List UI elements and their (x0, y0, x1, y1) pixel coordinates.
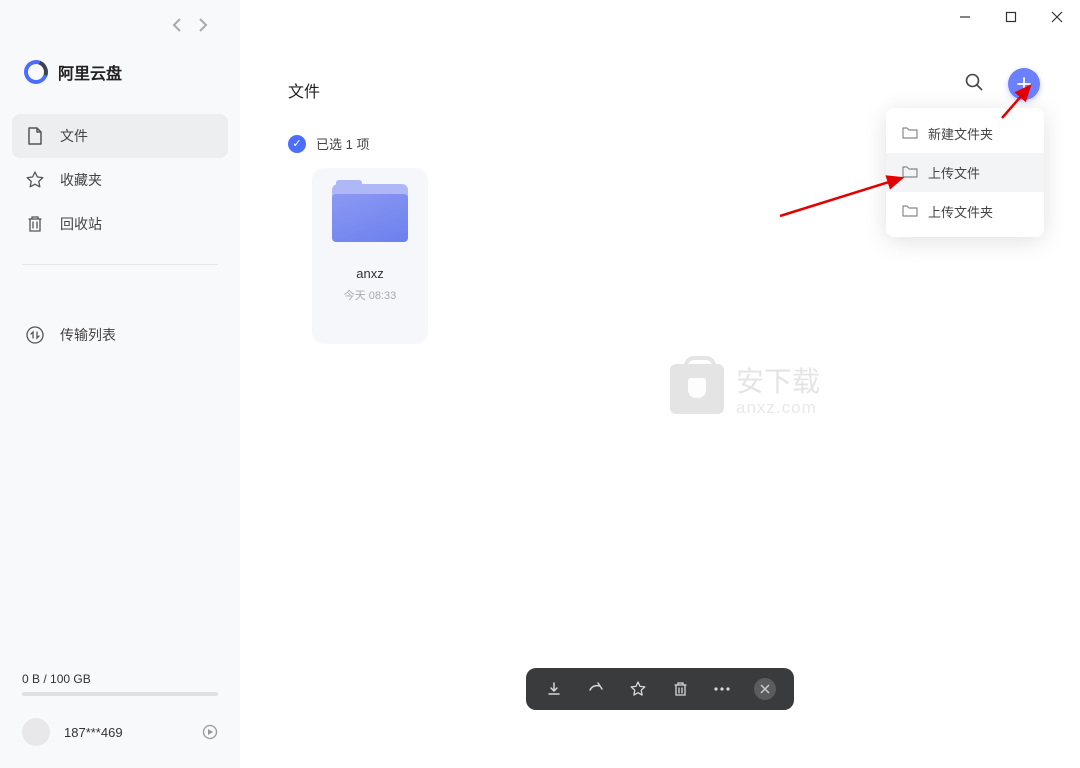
nav-list-2: 传输列表 (0, 313, 240, 357)
app-logo: 阿里云盘 (0, 32, 240, 84)
selection-status: ✓ 已选 1 项 (288, 134, 369, 153)
download-button[interactable] (544, 679, 564, 699)
nav-label: 传输列表 (60, 325, 116, 345)
minimize-button[interactable] (942, 0, 988, 34)
toolbar-close-button[interactable] (754, 678, 776, 700)
nav-label: 收藏夹 (60, 170, 102, 190)
nav-list: 文件 收藏夹 回收站 (0, 114, 240, 246)
folder-date: 今天 08:33 (344, 287, 397, 303)
add-dropdown: 新建文件夹 上传文件 上传文件夹 (886, 108, 1044, 237)
avatar (22, 718, 50, 746)
nav-trash[interactable]: 回收站 (12, 202, 228, 246)
delete-button[interactable] (670, 679, 690, 699)
watermark-icon (670, 364, 724, 414)
favorite-button[interactable] (628, 679, 648, 699)
maximize-button[interactable] (988, 0, 1034, 34)
watermark: 安下载 anxz.com (670, 360, 820, 418)
folder-icon (902, 204, 918, 220)
dropdown-label: 新建文件夹 (928, 124, 993, 143)
page-title: 文件 (288, 78, 320, 102)
star-icon (26, 171, 44, 189)
header-actions (964, 68, 1040, 100)
dropdown-upload-folder[interactable]: 上传文件夹 (886, 192, 1044, 231)
nav-label: 回收站 (60, 214, 102, 234)
share-button[interactable] (586, 679, 606, 699)
history-nav (140, 0, 240, 32)
trash-icon (26, 215, 44, 233)
dropdown-new-folder[interactable]: 新建文件夹 (886, 114, 1044, 153)
folder-icon (902, 126, 918, 142)
forward-button[interactable] (198, 18, 208, 32)
close-button[interactable] (1034, 0, 1080, 34)
transfer-icon (26, 326, 44, 344)
folder-item[interactable]: anxz 今天 08:33 (312, 168, 428, 344)
nav-favorites[interactable]: 收藏夹 (12, 158, 228, 202)
search-button[interactable] (964, 72, 988, 96)
nav-files[interactable]: 文件 (12, 114, 228, 158)
storage-text: 0 B / 100 GB (22, 672, 218, 686)
nav-label: 文件 (60, 126, 88, 146)
folder-name: anxz (356, 266, 383, 281)
watermark-en: anxz.com (736, 398, 820, 418)
sync-icon[interactable] (202, 724, 218, 740)
sidebar: 阿里云盘 文件 收藏夹 回收站 传输列表 0 B / 100 GB 187***… (0, 0, 240, 768)
folder-icon (902, 165, 918, 181)
back-button[interactable] (172, 18, 182, 32)
folder-icon (332, 182, 408, 244)
window-controls (942, 0, 1080, 34)
main-area: 文件 ✓ 已选 1 项 anxz 今天 08:33 安下载 anxz.com 新… (240, 0, 1080, 768)
check-icon[interactable]: ✓ (288, 135, 306, 153)
user-row[interactable]: 187***469 (0, 696, 240, 768)
app-name: 阿里云盘 (58, 60, 122, 84)
file-icon (26, 127, 44, 145)
separator (22, 264, 218, 265)
user-name: 187***469 (64, 725, 188, 740)
nav-transfers[interactable]: 传输列表 (12, 313, 228, 357)
dropdown-upload-file[interactable]: 上传文件 (886, 153, 1044, 192)
selection-toolbar (526, 668, 794, 710)
add-button[interactable] (1008, 68, 1040, 100)
more-button[interactable] (712, 679, 732, 699)
dropdown-label: 上传文件夹 (928, 202, 993, 221)
logo-icon (20, 56, 52, 88)
dropdown-label: 上传文件 (928, 163, 980, 182)
selection-text: 已选 1 项 (316, 134, 369, 153)
storage-info: 0 B / 100 GB (0, 672, 240, 696)
watermark-cn: 安下载 (736, 360, 820, 400)
